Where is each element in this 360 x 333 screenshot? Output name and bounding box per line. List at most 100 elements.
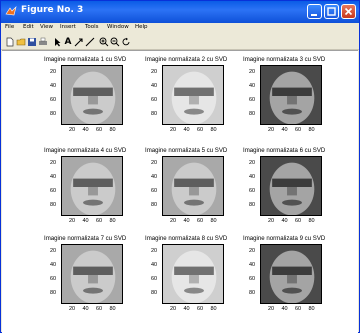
subplot-title: Imagine normalizata 8 cu SVD	[145, 235, 228, 242]
x-tick-label: 40	[281, 218, 288, 224]
y-tick-label: 20	[151, 248, 158, 254]
y-tick-label: 60	[249, 276, 256, 282]
x-tick-label: 60	[96, 306, 103, 312]
y-tick-label: 60	[151, 97, 158, 103]
y-tick-label: 40	[249, 83, 256, 89]
y-tick-label: 40	[151, 174, 158, 180]
y-tick-label: 80	[151, 202, 158, 208]
zoom-in-icon[interactable]	[99, 37, 109, 47]
x-tick-label: 80	[109, 306, 116, 312]
face-image	[62, 66, 122, 124]
y-tick-label: 20	[151, 69, 158, 75]
subplot-image-axes[interactable]	[162, 65, 224, 125]
subplot-title: Imagine normalizata 6 cu SVD	[243, 147, 326, 154]
x-tick-label: 40	[82, 218, 89, 224]
y-tick-label: 60	[50, 188, 57, 194]
arrow-icon[interactable]	[74, 37, 84, 47]
rotate-icon[interactable]	[121, 37, 131, 47]
x-tick-label: 80	[210, 218, 217, 224]
menu-tools[interactable]: Tools	[85, 24, 99, 30]
y-tick-label: 80	[249, 111, 256, 117]
print-icon[interactable]	[38, 37, 48, 47]
x-tick-label: 40	[183, 218, 190, 224]
toolbar: A	[1, 35, 359, 50]
y-tick-label: 40	[151, 83, 158, 89]
y-tick-label: 80	[249, 202, 256, 208]
subplot-image-axes[interactable]	[260, 65, 322, 125]
y-tick-label: 80	[151, 290, 158, 296]
x-tick-label: 80	[109, 218, 116, 224]
open-folder-icon[interactable]	[16, 37, 26, 47]
new-file-icon[interactable]	[5, 37, 15, 47]
y-tick-label: 60	[249, 97, 256, 103]
subplot-image-axes[interactable]	[162, 244, 224, 304]
minimize-button[interactable]	[307, 4, 322, 19]
menu-insert[interactable]: Insert	[60, 24, 76, 30]
menu-file[interactable]: File	[5, 24, 14, 30]
text-A-icon[interactable]: A	[63, 37, 73, 47]
y-tick-label: 80	[50, 290, 57, 296]
menu-edit[interactable]: Edit	[23, 24, 34, 30]
x-tick-label: 20	[170, 218, 177, 224]
y-tick-label: 20	[151, 160, 158, 166]
subplot-image-axes[interactable]	[61, 156, 123, 216]
subplot-image-axes[interactable]	[260, 244, 322, 304]
pointer-icon[interactable]	[52, 37, 62, 47]
figure-window: Figure No. 3 File Edit View Insert Tools…	[0, 0, 360, 333]
face-image	[261, 157, 321, 215]
face-image	[163, 157, 223, 215]
zoom-out-icon[interactable]	[110, 37, 120, 47]
maximize-button[interactable]	[324, 4, 339, 19]
subplot-image-axes[interactable]	[61, 65, 123, 125]
x-tick-label: 60	[96, 127, 103, 133]
x-tick-label: 40	[281, 127, 288, 133]
line-icon[interactable]	[85, 37, 95, 47]
subplot-title: Imagine normalizata 3 cu SVD	[243, 56, 326, 63]
x-tick-label: 60	[295, 218, 302, 224]
x-tick-label: 80	[308, 306, 315, 312]
menu-bar: File Edit View Insert Tools Window Help	[1, 23, 359, 34]
title-bar[interactable]: Figure No. 3	[1, 1, 359, 23]
x-tick-label: 20	[69, 306, 76, 312]
y-tick-label: 60	[151, 276, 158, 282]
menu-window[interactable]: Window	[107, 24, 129, 30]
subplot-title: Imagine normalizata 7 cu SVD	[44, 235, 127, 242]
y-tick-label: 60	[151, 188, 158, 194]
x-tick-label: 80	[210, 306, 217, 312]
save-icon[interactable]	[27, 37, 37, 47]
y-tick-label: 80	[50, 202, 57, 208]
x-tick-label: 20	[69, 127, 76, 133]
matlab-icon	[5, 6, 17, 16]
x-tick-label: 40	[82, 306, 89, 312]
x-tick-label: 20	[268, 218, 275, 224]
y-tick-label: 40	[50, 174, 57, 180]
menu-help[interactable]: Help	[135, 24, 148, 30]
x-tick-label: 80	[210, 127, 217, 133]
x-tick-label: 60	[295, 306, 302, 312]
face-image	[62, 157, 122, 215]
subplot-image-axes[interactable]	[61, 244, 123, 304]
y-tick-label: 80	[249, 290, 256, 296]
face-image	[163, 66, 223, 124]
y-tick-label: 20	[50, 160, 57, 166]
subplot-image-axes[interactable]	[162, 156, 224, 216]
subplot-title: Imagine normalizata 2 cu SVD	[145, 56, 228, 63]
y-tick-label: 40	[249, 174, 256, 180]
face-image	[261, 245, 321, 303]
subplot-title: Imagine normalizata 4 cu SVD	[44, 147, 127, 154]
x-tick-label: 20	[170, 127, 177, 133]
menu-view[interactable]: View	[40, 24, 53, 30]
face-image	[261, 66, 321, 124]
x-tick-label: 80	[308, 127, 315, 133]
y-tick-label: 20	[249, 160, 256, 166]
close-button[interactable]	[341, 4, 356, 19]
subplot-title: Imagine normalizata 5 cu SVD	[145, 147, 228, 154]
y-tick-label: 20	[249, 248, 256, 254]
subplot-image-axes[interactable]	[260, 156, 322, 216]
y-tick-label: 20	[249, 69, 256, 75]
x-tick-label: 80	[109, 127, 116, 133]
x-tick-label: 20	[268, 127, 275, 133]
y-tick-label: 60	[50, 276, 57, 282]
figure-canvas: Imagine normalizata 1 cu SVD 20 40 60 80 20 40…	[2, 50, 358, 333]
x-tick-label: 60	[197, 127, 204, 133]
